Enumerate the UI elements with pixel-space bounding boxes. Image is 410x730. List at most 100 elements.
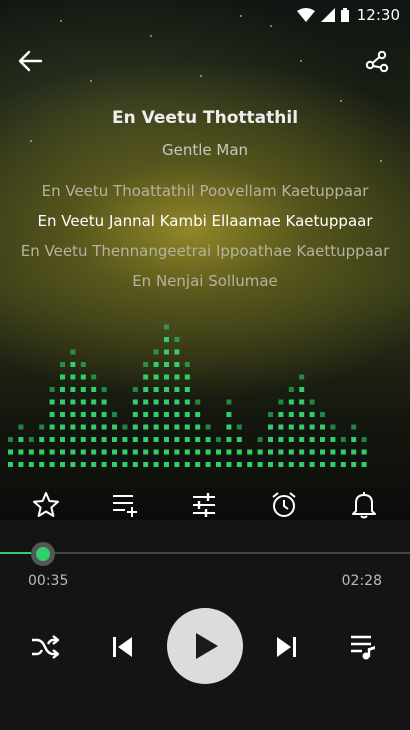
lyric-line-active: En Veetu Jannal Kambi Ellaamae Kaetuppaa… (37, 212, 373, 230)
visualizer-dot (91, 387, 97, 392)
visualizer-dot (361, 462, 367, 467)
share-button[interactable] (362, 47, 392, 77)
play-icon (196, 633, 218, 659)
visualizer-dot (39, 424, 45, 430)
visualizer-dot (309, 424, 315, 430)
visualizer-dot (122, 449, 128, 455)
status-clock: 12:30 (356, 6, 400, 24)
visualizer-dot (164, 449, 169, 455)
notification-bell-icon (352, 492, 376, 519)
visualizer-dot (288, 462, 294, 467)
visualizer-dot (101, 387, 107, 392)
visualizer-dot (143, 374, 149, 380)
current-time: 00:35 (28, 573, 69, 589)
visualizer-dot (70, 424, 76, 430)
visualizer-dot (164, 462, 169, 467)
song-artist: Gentle Man (161, 141, 249, 159)
visualizer-dot (226, 437, 232, 442)
visualizer-dot (184, 374, 190, 380)
visualizer-dot (226, 412, 232, 417)
visualizer-dot (299, 399, 305, 405)
lyric-line: En Veetu Thoattathil Poovellam Kaetuppaa… (41, 182, 369, 200)
previous-button[interactable] (105, 630, 139, 664)
visualizer-dot (268, 412, 273, 417)
visualizer-dot (247, 449, 253, 455)
visualizer-dot (18, 437, 24, 442)
visualizer-dot (28, 462, 34, 467)
visualizer-dot (278, 424, 284, 430)
visualizer-dot (132, 424, 138, 430)
visualizer-dot (226, 424, 232, 430)
visualizer-dot (8, 462, 13, 467)
visualizer-dot (49, 449, 55, 455)
player-panel: 00:35 02:28 (0, 520, 410, 730)
visualizer-dot (112, 424, 117, 430)
visualizer-dot (195, 437, 201, 442)
visualizer-dot (278, 449, 284, 455)
visualizer-dot (299, 412, 305, 417)
visualizer-dot (268, 449, 273, 455)
lyric-line: En Veetu Thennangeetrai Ippoathae Kaettu… (20, 242, 390, 260)
visualizer-dot (330, 437, 336, 442)
visualizer-dot (60, 462, 65, 467)
visualizer-dot (195, 462, 201, 467)
visualizer-dot (164, 324, 169, 330)
visualizer-dot (70, 362, 76, 367)
visualizer-dot (320, 462, 325, 467)
visualizer-dot (351, 462, 357, 467)
visualizer-dot (257, 449, 263, 455)
visualizer-dot (174, 362, 180, 367)
visualizer-dot (101, 424, 107, 430)
add-to-playlist-icon (113, 495, 137, 517)
visualizer-dot (60, 412, 65, 417)
equalizer-settings-button[interactable] (184, 485, 224, 525)
visualizer-dot (184, 424, 190, 430)
visualizer-dot (236, 449, 242, 455)
status-bar: 12:30 (0, 0, 410, 30)
visualizer-dot (132, 449, 138, 455)
visualizer-dot (143, 387, 149, 392)
visualizer-dot (226, 449, 232, 455)
visualizer-dot (299, 424, 305, 430)
visualizer-dot (91, 449, 97, 455)
back-button[interactable] (14, 45, 46, 77)
visualizer-dot (330, 424, 336, 430)
progress-bar[interactable] (0, 552, 410, 554)
visualizer-dot (174, 437, 180, 442)
play-button[interactable] (167, 608, 243, 684)
shuffle-icon (32, 635, 59, 659)
visualizer-dot (49, 412, 55, 417)
visualizer-dot (205, 437, 211, 442)
visualizer-dot (80, 437, 86, 442)
visualizer-dot (8, 437, 13, 442)
visualizer-dot (49, 462, 55, 467)
visualizer-dot (330, 462, 336, 467)
notification-button[interactable] (344, 485, 384, 525)
visualizer-dot (174, 449, 180, 455)
visualizer-dot (132, 412, 138, 417)
visualizer-dot (153, 399, 159, 405)
visualizer-dot (309, 449, 315, 455)
visualizer-dot (278, 399, 284, 405)
visualizer-dot (153, 349, 159, 355)
queue-icon (351, 635, 375, 660)
visualizer-dot (80, 399, 86, 405)
queue-button[interactable] (346, 630, 380, 664)
battery-icon (340, 8, 349, 22)
visualizer-dot (91, 437, 97, 442)
visualizer-dot (143, 462, 149, 467)
visualizer-dot (205, 424, 211, 430)
visualizer-dot (153, 424, 159, 430)
next-button[interactable] (270, 630, 304, 664)
sleep-timer-button[interactable] (264, 485, 304, 525)
shuffle-button[interactable] (28, 630, 62, 664)
add-to-playlist-button[interactable] (105, 485, 145, 525)
visualizer-dot (257, 437, 263, 442)
progress-thumb[interactable] (30, 542, 55, 566)
visualizer-dot (60, 387, 65, 392)
visualizer-dot (28, 449, 34, 455)
visualizer-dot (60, 362, 65, 367)
visualizer-dot (320, 449, 325, 455)
favorite-button[interactable] (26, 485, 66, 525)
action-bar (0, 485, 410, 525)
